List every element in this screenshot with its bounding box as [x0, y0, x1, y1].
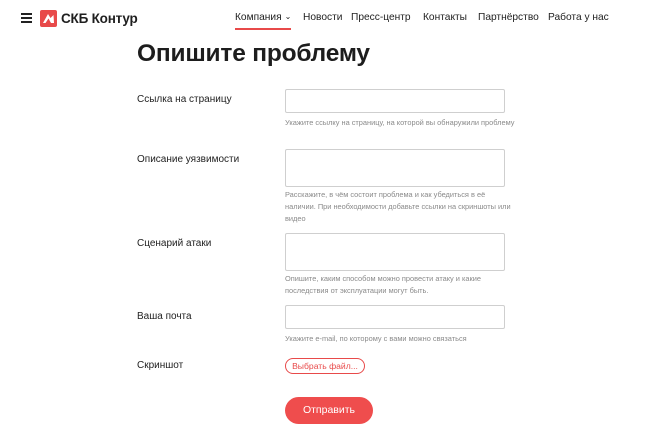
nav-item-contacts[interactable]: Контакты [423, 12, 467, 23]
field-label-email: Ваша почта [137, 311, 192, 322]
nav-item-partnership[interactable]: Партнёрство [478, 12, 539, 23]
submit-button[interactable]: Отправить [285, 397, 373, 424]
email-hint: Укажите e-mail, по которому с вами можно… [285, 334, 467, 343]
main-nav: Компания ⌄ Новости Пресс-центр Контакты П… [0, 12, 650, 32]
page-link-input[interactable] [285, 89, 505, 113]
attack-scenario-hint: Опишите, каким способом можно провести а… [285, 274, 481, 295]
nav-item-news[interactable]: Новости [303, 12, 342, 23]
email-input[interactable] [285, 305, 505, 329]
nav-label: Компания [235, 12, 282, 23]
chevron-down-icon: ⌄ [284, 12, 292, 21]
nav-item-company[interactable]: Компания ⌄ [235, 12, 292, 30]
field-label-screenshot: Скриншот [137, 360, 184, 371]
nav-item-press[interactable]: Пресс-центр [351, 12, 411, 23]
field-label-page-link: Ссылка на страницу [137, 94, 232, 105]
field-label-attack: Сценарий атаки [137, 238, 212, 249]
nav-item-careers[interactable]: Работа у нас [548, 12, 609, 23]
field-label-vulnerability: Описание уязвимости [137, 154, 240, 165]
attack-scenario-textarea[interactable] [285, 233, 505, 271]
page-link-hint: Укажите ссылку на страницу, на которой в… [285, 118, 515, 127]
vulnerability-textarea[interactable] [285, 149, 505, 187]
page-title: Опишите проблему [137, 40, 370, 67]
site-header: СКБ Контур Компания ⌄ Новости Пресс-центр… [0, 0, 650, 38]
choose-file-button[interactable]: Выбрать файл... [285, 358, 365, 374]
vulnerability-hint: Расскажите, в чём состоит проблема и как… [285, 190, 511, 223]
